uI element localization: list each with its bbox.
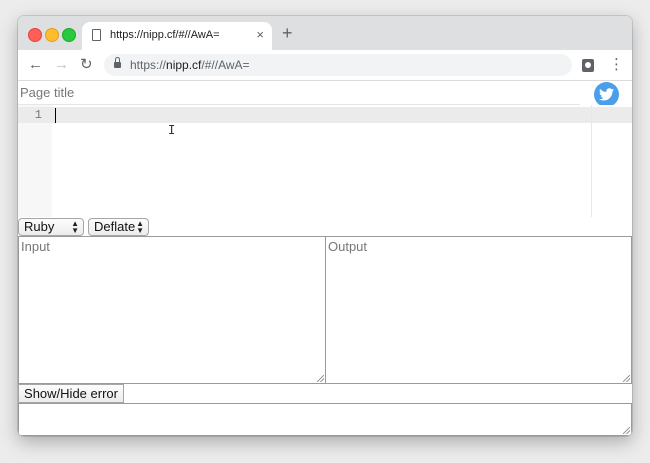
language-select[interactable]: Ruby ▲ ▼ xyxy=(18,218,84,236)
reload-icon[interactable]: ↻ xyxy=(80,56,93,74)
resize-grip-icon[interactable] xyxy=(317,375,324,382)
tab-close-icon[interactable]: × xyxy=(256,27,264,43)
minimize-window-button[interactable] xyxy=(45,28,59,42)
editor-divider xyxy=(591,105,592,217)
resize-grip-icon[interactable] xyxy=(623,375,630,382)
tab-strip: https://nipp.cf/#//AwA= × + xyxy=(18,16,632,50)
page-content: 1 I Ruby ▲▼ Deflate ▲▼ Show/Hide error xyxy=(18,81,632,436)
address-bar[interactable]: https://nipp.cf/#//AwA= xyxy=(104,54,572,76)
back-arrow-icon[interactable]: ← xyxy=(28,56,43,74)
twitter-share-button[interactable] xyxy=(594,82,619,107)
code-editor[interactable]: 1 I xyxy=(18,105,632,217)
lock-icon[interactable] xyxy=(114,57,121,69)
compression-select[interactable]: Deflate ▲ ▼ xyxy=(88,218,149,236)
new-tab-button[interactable]: + xyxy=(282,24,293,42)
forward-arrow-icon[interactable]: → xyxy=(54,56,69,74)
active-line-highlight xyxy=(18,107,632,123)
select-arrows-icon: ▲ ▼ xyxy=(136,219,144,235)
select-arrows-icon: ▲ ▼ xyxy=(71,219,79,235)
tab-title: https://nipp.cf/#//AwA= xyxy=(110,29,220,41)
resize-grip-icon[interactable] xyxy=(623,427,630,434)
page-icon xyxy=(92,29,101,41)
input-textarea[interactable] xyxy=(18,236,326,384)
browser-tab[interactable]: https://nipp.cf/#//AwA= × xyxy=(82,22,272,50)
io-panels xyxy=(18,236,632,384)
ibeam-cursor-icon: I xyxy=(168,123,176,137)
extension-icon[interactable] xyxy=(582,59,594,72)
line-number: 1 xyxy=(34,108,42,122)
text-cursor xyxy=(55,108,56,123)
close-window-button[interactable] xyxy=(28,28,42,42)
menu-icon[interactable]: ⋮ xyxy=(609,56,624,74)
twitter-bird-icon xyxy=(599,88,614,101)
show-hide-error-button[interactable]: Show/Hide error xyxy=(18,384,124,403)
maximize-window-button[interactable] xyxy=(62,28,76,42)
error-textarea[interactable] xyxy=(18,403,632,436)
url-text[interactable]: https://nipp.cf/#//AwA= xyxy=(130,58,250,72)
browser-toolbar: ← → ↻ https://nipp.cf/#//AwA= ⋮ xyxy=(18,50,632,81)
output-textarea[interactable] xyxy=(325,236,632,384)
page-title-input[interactable] xyxy=(18,81,580,105)
browser-window: https://nipp.cf/#//AwA= × + ← → ↻ https:… xyxy=(18,16,632,436)
